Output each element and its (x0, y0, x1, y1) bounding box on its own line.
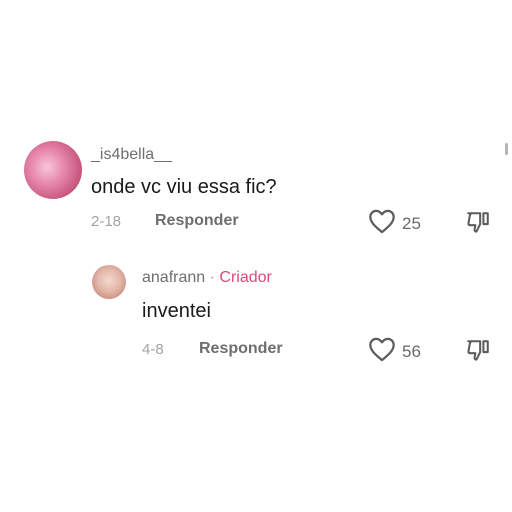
heart-outline-icon (368, 208, 396, 239)
comment-text: onde vc viu essa fic? (91, 176, 277, 198)
reply-date: 4-8 (142, 341, 164, 358)
like-count: 56 (402, 341, 421, 361)
thumbs-down-icon (465, 212, 491, 240)
reply-text: inventei (142, 300, 211, 322)
dislike-button[interactable] (465, 210, 491, 241)
dislike-button[interactable] (465, 338, 491, 369)
creator-avatar[interactable] (92, 265, 126, 299)
reply-button[interactable]: Responder (199, 340, 283, 358)
heart-outline-icon (368, 336, 396, 367)
reply-username-row: anafrann · Criador (142, 269, 272, 287)
reply-username[interactable]: anafrann (142, 269, 205, 286)
scrollbar[interactable] (505, 143, 508, 155)
comment-username[interactable]: _is4bella__ (91, 146, 172, 164)
user-avatar[interactable] (24, 141, 82, 199)
reply-button[interactable]: Responder (155, 212, 239, 230)
like-count: 25 (402, 213, 421, 233)
like-button[interactable]: 25 (368, 208, 421, 239)
separator-dot: · (209, 269, 215, 286)
like-button[interactable]: 56 (368, 336, 421, 367)
comment-date: 2-18 (91, 213, 122, 230)
creator-badge: Criador (219, 269, 272, 286)
thumbs-down-icon (465, 340, 491, 368)
